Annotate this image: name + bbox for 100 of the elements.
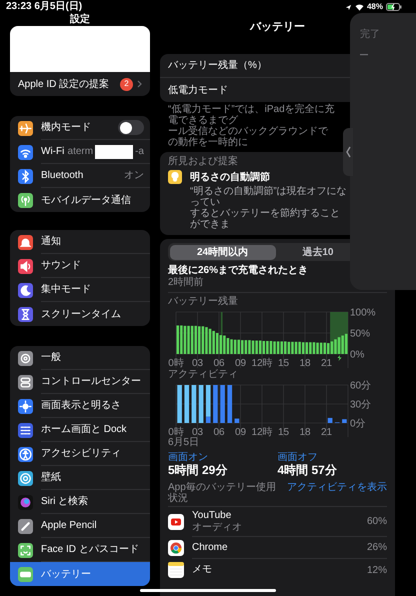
- chart-bar: [198, 385, 204, 423]
- chart-bar: [328, 418, 332, 423]
- stat-value: 4時間 57分: [278, 463, 338, 477]
- sidebar-item[interactable]: Siri と検索: [10, 490, 150, 514]
- usage-percent: 26%: [366, 541, 387, 555]
- status-datetime: 23:23 6月5日(日): [6, 1, 82, 13]
- segment-tab[interactable]: 24時間以内: [170, 244, 276, 260]
- sidebar-item[interactable]: 壁紙: [10, 466, 150, 490]
- axis-label: 12時: [251, 358, 273, 368]
- sidebar-item[interactable]: Wi-Fi aterm -a: [10, 140, 150, 164]
- chart-bar: [177, 385, 182, 423]
- sidebar-item[interactable]: バッテリー: [10, 562, 150, 586]
- section-header: App毎のバッテリー使用状況: [168, 482, 277, 504]
- accessibility-icon: [18, 446, 33, 462]
- axis-label: 21: [320, 358, 332, 368]
- network-name: aterm: [68, 145, 94, 159]
- face-id-icon: [18, 542, 33, 558]
- chevron-icon: [137, 80, 142, 88]
- axis-label: 06: [213, 358, 225, 368]
- sidebar-item[interactable]: コントロールセンター: [10, 370, 150, 394]
- usage-percent: 12%: [366, 564, 387, 578]
- chart-bar: [192, 385, 196, 423]
- show-activity-link[interactable]: アクティビティを表示: [287, 482, 387, 493]
- pencil-icon: [18, 518, 33, 534]
- stat-label: 画面オフ: [278, 452, 318, 463]
- minus-icon: [360, 54, 368, 56]
- app-detail: オーディオ: [192, 522, 243, 534]
- sidebar-item[interactable]: 機内モード: [10, 116, 150, 140]
- axis-label: 18: [299, 427, 311, 437]
- insight-title: 明るさの自動調節: [190, 170, 270, 184]
- insight-text: するとバッテリーを節約することができま: [190, 208, 341, 230]
- chevron-left-icon: [346, 146, 350, 158]
- chart-title: バッテリー残量: [168, 296, 239, 307]
- axis-label: 09: [234, 358, 246, 368]
- sidebar-item[interactable]: 通知: [10, 230, 150, 254]
- axis-label: 60分: [350, 380, 372, 392]
- setting-label: 低電力モード: [168, 84, 228, 98]
- bluetooth-icon: [18, 168, 33, 184]
- segment-tab[interactable]: 過去10: [276, 244, 338, 260]
- stat-label: 画面オン: [168, 452, 209, 463]
- sidebar-item[interactable]: サウンド: [10, 254, 150, 278]
- gear-icon: [18, 350, 33, 366]
- axis-label: 18: [299, 358, 311, 368]
- location-arrow-icon: [344, 4, 352, 10]
- axis-label: 30分: [350, 400, 372, 410]
- axis-label: 03: [192, 427, 204, 437]
- sidebar-item[interactable]: Bluetooth オン: [10, 164, 150, 188]
- app-usage-row[interactable]: メモ 12%: [168, 559, 387, 581]
- setting-label: バッテリー残量（%）: [168, 58, 267, 73]
- sidebar-title: 設定: [68, 14, 91, 26]
- axis-label: 15: [278, 427, 290, 437]
- antenna-icon: [18, 192, 33, 208]
- axis-label: 03: [192, 358, 204, 368]
- flower-icon: [18, 470, 33, 486]
- app-name: Chrome: [192, 542, 229, 554]
- chart-bar: [227, 385, 232, 423]
- redacted-block: [95, 144, 134, 158]
- stat-value: 5時間 29分: [168, 463, 228, 477]
- speaker-icon: [18, 258, 33, 274]
- battery-percent: 48%: [366, 1, 383, 13]
- wifi-icon: [18, 144, 33, 160]
- axis-label: 0分: [350, 418, 366, 430]
- axis-label: 100%: [350, 308, 376, 318]
- notepad-icon: [168, 562, 184, 578]
- chart-bar: [220, 385, 225, 423]
- chart-bar: [234, 418, 240, 423]
- axis-label: 50%: [350, 328, 370, 340]
- chart-bar: [213, 385, 218, 423]
- toggle-switch[interactable]: [118, 120, 144, 135]
- axis-label: 06: [213, 427, 225, 437]
- sidebar-item[interactable]: 集中モード: [10, 278, 150, 302]
- bell-icon: [18, 234, 33, 250]
- app-name: メモ: [192, 564, 213, 576]
- network-name: -a: [135, 145, 144, 159]
- sidebar-item[interactable]: スクリーンタイム: [10, 302, 150, 326]
- sidebar-item[interactable]: モバイルデータ通信: [10, 188, 150, 212]
- chart-bar: [184, 385, 190, 423]
- panel-handle[interactable]: [343, 128, 353, 176]
- battery-icon: [18, 566, 33, 582]
- lightbulb-icon: [168, 170, 182, 184]
- sidebar-item[interactable]: アクセシビリティ: [10, 442, 150, 466]
- axis-label: 0時: [168, 427, 184, 437]
- axis-label: 09: [234, 427, 246, 437]
- app-usage-row[interactable]: Chrome 26%: [168, 537, 387, 559]
- sidebar-item[interactable]: Apple Pencil: [10, 514, 150, 538]
- axis-label: 0時: [168, 358, 184, 368]
- status-value: オン: [124, 169, 144, 183]
- section-header: 所見および提案: [168, 155, 239, 168]
- app-usage-row[interactable]: YouTube オーディオ 60%: [168, 507, 387, 537]
- sidebar-item[interactable]: ホーム画面と Dock: [10, 418, 150, 442]
- notification-badge: 2: [120, 78, 133, 90]
- tricolor-circle-icon: [168, 540, 184, 556]
- apple-id-suggestion[interactable]: Apple ID 設定の提案 2: [10, 72, 150, 96]
- axis-label: 21: [320, 427, 332, 437]
- sidebar-item[interactable]: 画面表示と明るさ: [10, 394, 150, 418]
- lightning-icon: [338, 355, 342, 361]
- moon-icon: [18, 282, 33, 298]
- sidebar-item[interactable]: 一般: [10, 346, 150, 370]
- axis-label: 15: [278, 358, 290, 368]
- battery-charging-icon: [386, 3, 402, 11]
